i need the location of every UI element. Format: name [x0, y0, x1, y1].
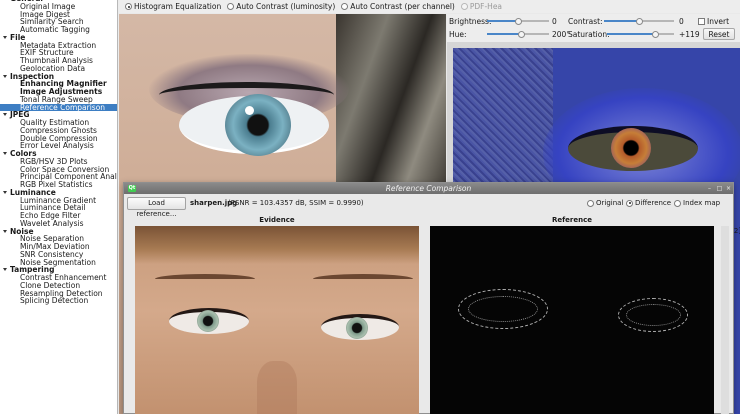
expand-arrow-icon[interactable]	[3, 113, 7, 117]
saturation-value: +119	[679, 30, 700, 39]
mode-original-label: Original	[596, 199, 624, 207]
left-iris	[197, 310, 219, 332]
invert-checkbox[interactable]: Invert	[698, 17, 729, 26]
iris	[225, 94, 291, 156]
radio-checked-icon	[125, 3, 132, 10]
adjustment-controls: Brightness: 0 Contrast: 0 Invert Hue: 20…	[447, 14, 740, 42]
expand-arrow-icon[interactable]	[3, 74, 7, 78]
evidence-image[interactable]	[135, 226, 419, 414]
pdf-equalization-radio: PDF-Hea	[460, 2, 503, 11]
radio-icon	[674, 199, 681, 207]
radio-checked-icon	[626, 199, 633, 207]
contrast-slider[interactable]	[604, 17, 674, 25]
saturation-label: Saturation:	[568, 30, 610, 39]
left-eyebrow	[155, 274, 255, 284]
dialog-title: Reference Comparison	[385, 184, 472, 193]
brightness-value: 0	[552, 17, 557, 26]
eye-glint	[245, 106, 254, 115]
brightness-slider[interactable]	[487, 17, 549, 25]
tools-tree-list: GeneralOriginal ImageImage DigestSimilar…	[0, 0, 117, 305]
mode-index-map-radio[interactable]: Index map	[674, 199, 720, 207]
auto-contrast-per-channel-radio[interactable]: Auto Contrast (per channel)	[341, 2, 455, 11]
left-eye-difference-inner	[468, 296, 538, 322]
right-eyebrow	[313, 274, 413, 284]
mode-difference-radio[interactable]: Difference	[626, 199, 671, 207]
equalization-options-bar: Histogram Equalization Auto Contrast (lu…	[119, 0, 740, 13]
radio-icon	[341, 3, 349, 10]
dialog-toolbar: Load reference... sharpen.jpg (PSNR = 10…	[124, 195, 733, 218]
right-iris	[346, 317, 368, 339]
right-eye-difference-inner	[626, 304, 681, 326]
expand-arrow-icon[interactable]	[3, 268, 7, 272]
maximize-icon[interactable]: □	[716, 185, 723, 192]
iris	[611, 128, 651, 168]
nose-area	[257, 361, 297, 414]
tree-item-splicing-detection[interactable]: Splicing Detection	[0, 297, 117, 305]
auto-contrast-per-channel-label: Auto Contrast (per channel)	[350, 2, 455, 11]
minimize-icon[interactable]: –	[706, 185, 713, 192]
hue-slider[interactable]	[487, 30, 549, 38]
expand-arrow-icon[interactable]	[3, 35, 7, 39]
checkbox-icon	[698, 18, 705, 25]
invert-label: Invert	[707, 17, 730, 26]
evidence-label: Evidence	[259, 216, 295, 224]
saturation-slider[interactable]	[607, 30, 674, 38]
hair-area	[336, 14, 446, 194]
histogram-equalization-label: Histogram Equalization	[134, 2, 222, 11]
dialog-scrollbar[interactable]	[721, 226, 729, 414]
mode-index-map-label: Index map	[683, 199, 721, 207]
auto-contrast-luminosity-radio[interactable]: Auto Contrast (luminosity)	[227, 2, 335, 11]
radio-icon	[227, 3, 235, 10]
expand-arrow-icon[interactable]	[3, 229, 7, 233]
workspace: Histogram Equalization Auto Contrast (lu…	[119, 0, 740, 414]
difference-image[interactable]	[430, 226, 714, 414]
comparison-metrics: (PSNR = 103.4357 dB, SSIM = 0.9990)	[228, 199, 364, 207]
pdf-equalization-label: PDF-Hea	[469, 2, 503, 11]
hue-label: Hue:	[449, 30, 467, 39]
radio-icon	[460, 3, 468, 10]
reference-label: Reference	[551, 216, 592, 224]
close-icon[interactable]: ×	[725, 185, 732, 192]
reference-comparison-dialog: Qt Reference Comparison – □ × Load refer…	[123, 182, 734, 414]
mode-difference-label: Difference	[635, 199, 672, 207]
dialog-titlebar[interactable]: Qt Reference Comparison – □ ×	[124, 183, 733, 194]
radio-icon	[587, 199, 594, 207]
tools-tree[interactable]: GeneralOriginal ImageImage DigestSimilar…	[0, 0, 118, 414]
auto-contrast-luminosity-label: Auto Contrast (luminosity)	[236, 2, 336, 11]
mode-original-radio[interactable]: Original	[587, 199, 623, 207]
contrast-value: 0	[679, 17, 684, 26]
reset-button[interactable]: Reset	[703, 28, 735, 40]
contrast-label: Contrast:	[568, 17, 603, 26]
hair-area	[135, 226, 419, 264]
load-reference-button[interactable]: Load reference...	[127, 197, 186, 218]
brightness-label: Brightness:	[449, 17, 492, 26]
expand-arrow-icon[interactable]	[3, 190, 7, 194]
expand-arrow-icon[interactable]	[3, 152, 7, 155]
histogram-equalization-radio[interactable]: Histogram Equalization	[125, 2, 221, 11]
